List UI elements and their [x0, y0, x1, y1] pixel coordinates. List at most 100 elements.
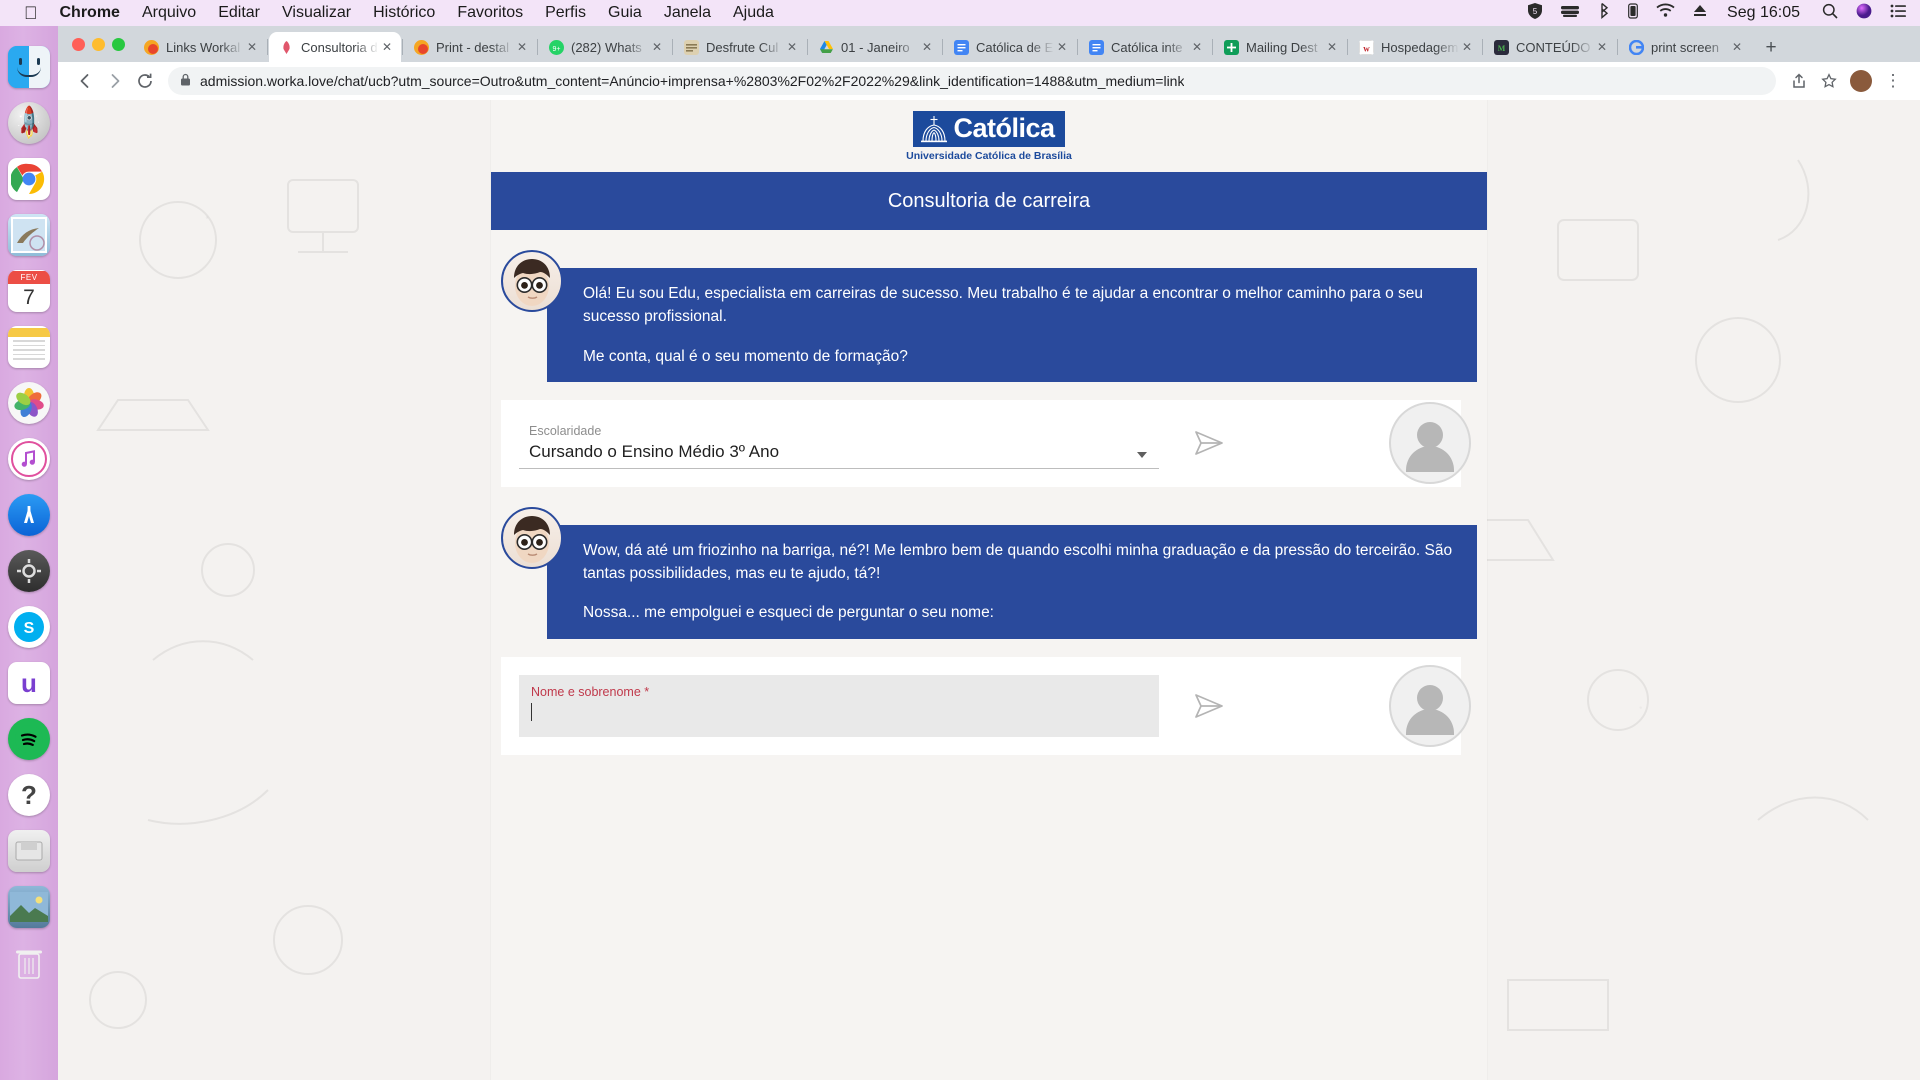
tab-close-icon[interactable]: ✕	[649, 39, 665, 55]
battery-icon[interactable]	[1628, 2, 1638, 24]
edu-avatar-icon	[514, 515, 550, 563]
send-button-nome[interactable]	[1181, 693, 1237, 718]
nome-input-card: Nome e sobrenome *	[501, 656, 1471, 755]
browser-tab[interactable]: Mailing Dest ✕	[1214, 32, 1346, 62]
tab-close-icon[interactable]: ✕	[784, 39, 800, 55]
tab-close-icon[interactable]: ✕	[1459, 39, 1475, 55]
escolaridade-field[interactable]: Escolaridade Cursando o Ensino Médio 3º …	[519, 418, 1159, 469]
tab-close-icon[interactable]: ✕	[1594, 39, 1610, 55]
close-window-button[interactable]	[72, 37, 85, 51]
menu-item-perfis[interactable]: Perfis	[545, 4, 586, 22]
browser-tab[interactable]: Consultoria d ✕	[269, 32, 401, 62]
dock-item-help[interactable]: ?	[8, 774, 50, 816]
shield-icon[interactable]: 5	[1528, 2, 1543, 24]
dock-item-calendar[interactable]: FEV 7	[8, 270, 50, 312]
control-center-icon[interactable]	[1890, 4, 1906, 23]
address-bar[interactable]: admission.worka.love/chat/ucb?utm_source…	[168, 67, 1776, 95]
maximize-window-button[interactable]	[112, 37, 125, 51]
browser-tab[interactable]: M CONTEÚDO ✕	[1484, 32, 1616, 62]
share-icon[interactable]	[1784, 66, 1814, 96]
back-button[interactable]	[70, 66, 100, 96]
menu-item-chrome[interactable]: Chrome	[60, 4, 120, 22]
tab-divider	[267, 39, 268, 55]
bluetooth-icon[interactable]	[1598, 2, 1610, 24]
tab-close-icon[interactable]: ✕	[1324, 39, 1340, 55]
browser-tab[interactable]: Print - destal ✕	[404, 32, 536, 62]
browser-tab[interactable]: Links Workal ✕	[134, 32, 266, 62]
new-tab-button[interactable]: +	[1757, 34, 1785, 62]
picture-icon	[10, 892, 48, 922]
bookmark-star-icon[interactable]	[1814, 66, 1844, 96]
tab-close-icon[interactable]: ✕	[1189, 39, 1205, 55]
wifi-icon[interactable]	[1656, 3, 1675, 23]
browser-tab[interactable]: Católica de E ✕	[944, 32, 1076, 62]
menu-item-arquivo[interactable]: Arquivo	[142, 4, 196, 22]
menu-item-visualizar[interactable]: Visualizar	[282, 4, 351, 22]
dock-item-finder[interactable]	[8, 46, 50, 88]
browser-tab[interactable]: 01 - Janeiro ✕	[809, 32, 941, 62]
eject-icon[interactable]	[1693, 3, 1707, 23]
menu-item-janela[interactable]: Janela	[664, 4, 711, 22]
browser-tab[interactable]: w Hospedagem ✕	[1349, 32, 1481, 62]
reload-button[interactable]	[130, 66, 160, 96]
dock-item-disk-image[interactable]	[8, 830, 50, 872]
dock-item-itunes[interactable]	[8, 438, 50, 480]
tab-title: Links Workal	[166, 39, 241, 55]
skype-icon: S	[14, 612, 44, 642]
chrome-menu-button[interactable]: ⋮	[1878, 66, 1908, 96]
browser-tab[interactable]: print screen ✕	[1619, 32, 1751, 62]
tab-title: Mailing Dest	[1246, 39, 1318, 55]
browser-tab[interactable]: Desfrute Cul ✕	[674, 32, 806, 62]
dock-item-system-preferences[interactable]	[8, 550, 50, 592]
tabs-host: Links Workal ✕ Consultoria d ✕ Print - desta…	[134, 32, 1751, 62]
dock-item-app-store[interactable]	[8, 494, 50, 536]
tab-close-icon[interactable]: ✕	[1729, 39, 1745, 55]
dock-item-photos[interactable]	[8, 382, 50, 424]
chevron-down-icon[interactable]	[1137, 451, 1147, 458]
menu-item-historico[interactable]: Histórico	[373, 4, 435, 22]
minimize-window-button[interactable]	[92, 37, 105, 51]
tab-close-icon[interactable]: ✕	[1054, 39, 1070, 55]
tab-close-icon[interactable]: ✕	[514, 39, 530, 55]
dock-item-chrome[interactable]	[8, 158, 50, 200]
dock-item-umbler[interactable]: u	[8, 662, 50, 704]
bot-avatar	[501, 506, 563, 569]
browser-tab[interactable]: Católica inte ✕	[1079, 32, 1211, 62]
dock-item-notes[interactable]	[8, 326, 50, 368]
dock-item-trash[interactable]	[8, 942, 50, 984]
tab-close-icon[interactable]: ✕	[379, 39, 395, 55]
browser-tab[interactable]: 9+ (282) Whats ✕	[539, 32, 671, 62]
send-button-escolaridade[interactable]	[1181, 431, 1237, 456]
menu-item-editar[interactable]: Editar	[218, 4, 260, 22]
rocket-favicon-icon	[144, 39, 159, 55]
svg-text:9+: 9+	[553, 46, 561, 53]
page-viewport: Católica Universidade Católica de Brasíl…	[58, 100, 1920, 1080]
tab-close-icon[interactable]: ✕	[244, 39, 260, 55]
tab-title: CONTEÚDO	[1516, 39, 1591, 55]
tab-close-icon[interactable]: ✕	[919, 39, 935, 55]
dock-item-mail[interactable]	[8, 214, 50, 256]
nome-field[interactable]: Nome e sobrenome *	[519, 674, 1159, 737]
menu-item-ajuda[interactable]: Ajuda	[733, 4, 774, 22]
dock-item-screenshot[interactable]	[8, 886, 50, 928]
apple-menu-icon[interactable]: 	[24, 4, 38, 22]
menubar-clock[interactable]: Seg 16:05	[1727, 4, 1800, 22]
search-icon[interactable]	[1822, 3, 1838, 24]
forward-button[interactable]	[100, 66, 130, 96]
nome-value[interactable]	[531, 702, 1159, 723]
dock-item-spotify[interactable]	[8, 718, 50, 760]
dock-item-skype[interactable]: S	[8, 606, 50, 648]
calendar-month: FEV	[8, 270, 50, 284]
menu-item-guia[interactable]: Guia	[608, 4, 642, 22]
trash-icon	[16, 950, 42, 979]
menu-item-favoritos[interactable]: Favoritos	[457, 4, 523, 22]
profile-avatar[interactable]	[1850, 70, 1872, 92]
tab-divider	[1482, 39, 1483, 55]
siri-icon[interactable]	[1856, 3, 1872, 24]
battery-stack-icon[interactable]	[1560, 3, 1580, 24]
dock-item-launchpad[interactable]: 🚀	[8, 102, 50, 144]
tab-title: Católica de E	[976, 39, 1054, 55]
tab-title: Print - destal	[436, 39, 509, 55]
user-avatar-head	[1417, 684, 1443, 711]
svg-text:5: 5	[1533, 7, 1538, 16]
